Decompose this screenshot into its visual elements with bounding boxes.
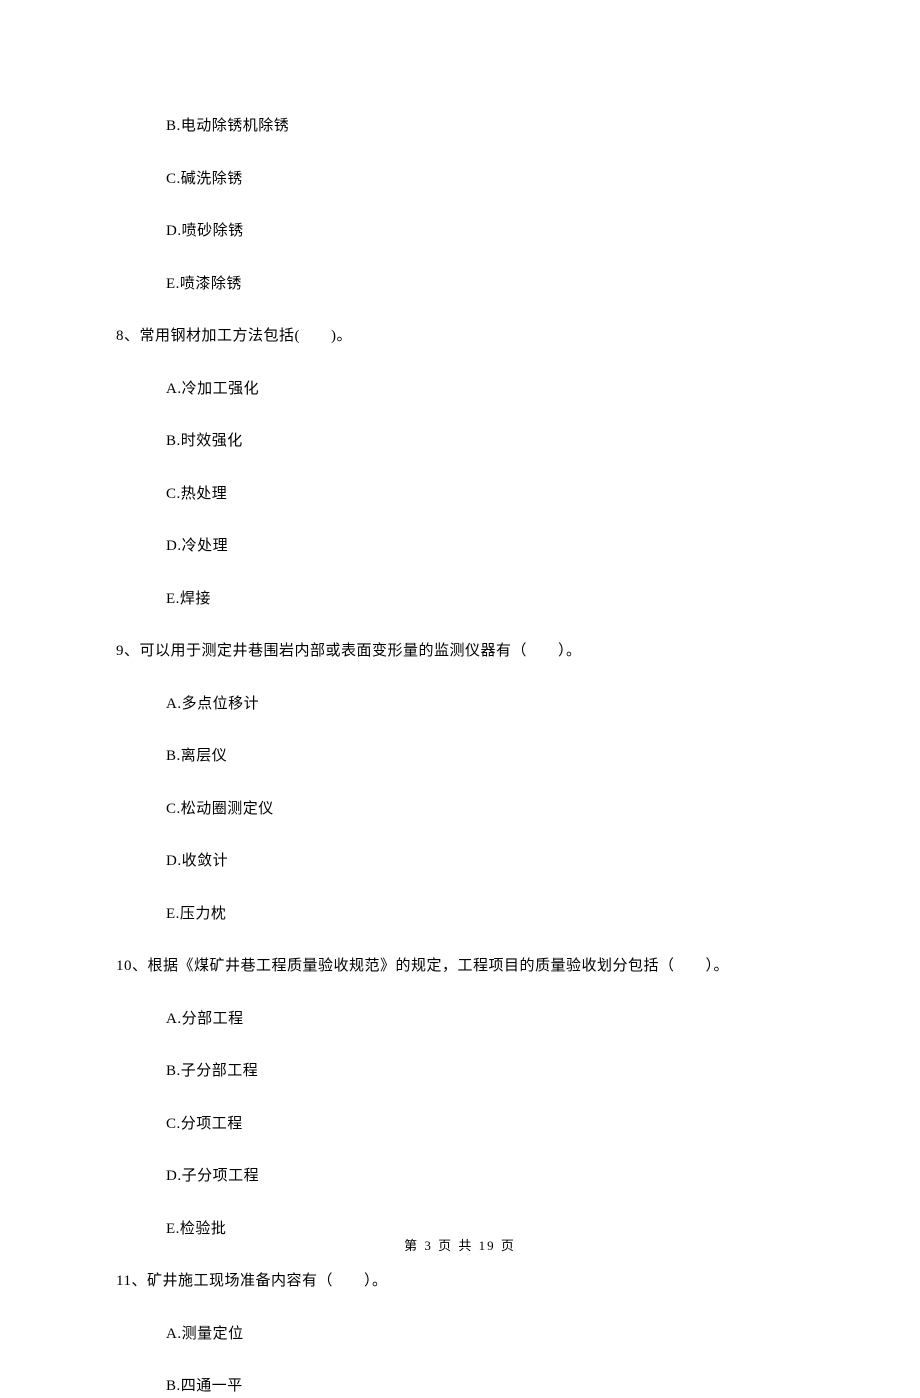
q8-option-a: A.冷加工强化 xyxy=(166,378,804,401)
q8-option-d: D.冷处理 xyxy=(166,535,804,558)
q10-stem: 10、根据《煤矿井巷工程质量验收规范》的规定，工程项目的质量验收划分包括（ ）。 xyxy=(116,955,804,978)
q10-option-d: D.子分项工程 xyxy=(166,1165,804,1188)
q9-option-c: C.松动圈测定仪 xyxy=(166,798,804,821)
q9-stem: 9、可以用于测定井巷围岩内部或表面变形量的监测仪器有（ ）。 xyxy=(116,640,804,663)
q8-option-e: E.焊接 xyxy=(166,588,804,611)
q7-option-e: E.喷漆除锈 xyxy=(166,273,804,296)
q8-option-c: C.热处理 xyxy=(166,483,804,506)
q7-option-b: B.电动除锈机除锈 xyxy=(166,115,804,138)
q10-option-c: C.分项工程 xyxy=(166,1113,804,1136)
q10-option-a: A.分部工程 xyxy=(166,1008,804,1031)
q11-option-a: A.测量定位 xyxy=(166,1323,804,1346)
q9-option-b: B.离层仪 xyxy=(166,745,804,768)
page-footer: 第 3 页 共 19 页 xyxy=(0,1235,920,1254)
q11-stem: 11、矿井施工现场准备内容有（ ）。 xyxy=(116,1270,804,1293)
q9-option-e: E.压力枕 xyxy=(166,903,804,926)
q10-option-b: B.子分部工程 xyxy=(166,1060,804,1083)
q7-option-c: C.碱洗除锈 xyxy=(166,168,804,191)
q9-option-d: D.收敛计 xyxy=(166,850,804,873)
q11-option-b: B.四通一平 xyxy=(166,1375,804,1398)
q8-stem: 8、常用钢材加工方法包括( )。 xyxy=(116,325,804,348)
q9-option-a: A.多点位移计 xyxy=(166,693,804,716)
q8-option-b: B.时效强化 xyxy=(166,430,804,453)
q7-option-d: D.喷砂除锈 xyxy=(166,220,804,243)
page-content: B.电动除锈机除锈 C.碱洗除锈 D.喷砂除锈 E.喷漆除锈 8、常用钢材加工方… xyxy=(0,0,920,1398)
